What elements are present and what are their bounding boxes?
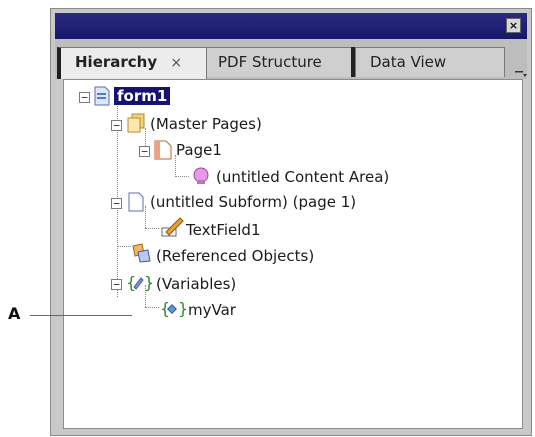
tree-line bbox=[117, 246, 131, 247]
tab-data-view[interactable]: Data View bbox=[355, 47, 505, 77]
page-icon bbox=[154, 140, 172, 164]
variables-icon: {} bbox=[126, 273, 154, 297]
collapse-toggle[interactable]: − bbox=[111, 120, 122, 131]
collapse-toggle[interactable]: − bbox=[111, 279, 122, 290]
tree-node-referenced-objects[interactable]: (Referenced Objects) bbox=[156, 245, 314, 267]
tree-node-content-area[interactable]: (untitled Content Area) bbox=[216, 166, 389, 188]
callout-leader-line bbox=[30, 315, 132, 316]
svg-text:}: } bbox=[144, 273, 152, 292]
text-field-icon bbox=[160, 216, 184, 242]
tree-line bbox=[145, 307, 159, 308]
tree-node-myvar[interactable]: myVar bbox=[188, 299, 236, 321]
tab-close-icon[interactable]: × bbox=[170, 49, 182, 77]
collapse-toggle[interactable]: − bbox=[139, 146, 150, 157]
tab-label: Data View bbox=[370, 53, 447, 71]
tab-label: PDF Structure bbox=[218, 53, 322, 71]
tree-node-subform[interactable]: (untitled Subform) (page 1) bbox=[150, 191, 356, 213]
svg-text:}: } bbox=[178, 299, 186, 318]
referenced-objects-icon bbox=[130, 242, 152, 268]
tab-pdf-structure[interactable]: PDF Structure bbox=[203, 47, 355, 77]
tab-hierarchy[interactable]: Hierarchy × bbox=[57, 47, 207, 79]
menu-arrow-icon bbox=[515, 71, 527, 77]
content-area-icon bbox=[190, 166, 212, 190]
collapse-toggle[interactable]: − bbox=[111, 198, 122, 209]
hierarchy-tree: − form1 − (Master Pages) − Page1 (untitl… bbox=[63, 79, 523, 429]
hierarchy-palette: × PDF Structure Data View Hierarchy × − bbox=[50, 8, 532, 436]
tree-line bbox=[145, 206, 146, 228]
close-icon[interactable]: × bbox=[506, 18, 521, 33]
tree-node-textfield1[interactable]: TextField1 bbox=[186, 219, 261, 241]
tree-line bbox=[175, 176, 189, 177]
svg-text:{: { bbox=[126, 273, 136, 292]
tab-label: Hierarchy bbox=[75, 53, 158, 71]
master-pages-icon bbox=[126, 113, 146, 137]
tree-node-label: form1 bbox=[114, 87, 171, 105]
tree-node-variables[interactable]: (Variables) bbox=[156, 273, 236, 295]
callout-label-a: A bbox=[8, 304, 21, 323]
tree-line bbox=[145, 228, 159, 229]
tree-node-page1[interactable]: Page1 bbox=[176, 139, 222, 161]
tab-strip: PDF Structure Data View Hierarchy × bbox=[55, 39, 527, 79]
script-object-icon: {} bbox=[160, 299, 188, 323]
tree-node-master-pages[interactable]: (Master Pages) bbox=[150, 113, 262, 135]
palette-menu-icon[interactable] bbox=[515, 69, 527, 79]
form-document-icon bbox=[94, 86, 110, 110]
collapse-toggle[interactable]: − bbox=[79, 92, 90, 103]
palette-titlebar[interactable]: × bbox=[55, 13, 527, 39]
subform-icon bbox=[128, 192, 144, 216]
tree-node-form1[interactable]: form1 bbox=[114, 85, 171, 107]
